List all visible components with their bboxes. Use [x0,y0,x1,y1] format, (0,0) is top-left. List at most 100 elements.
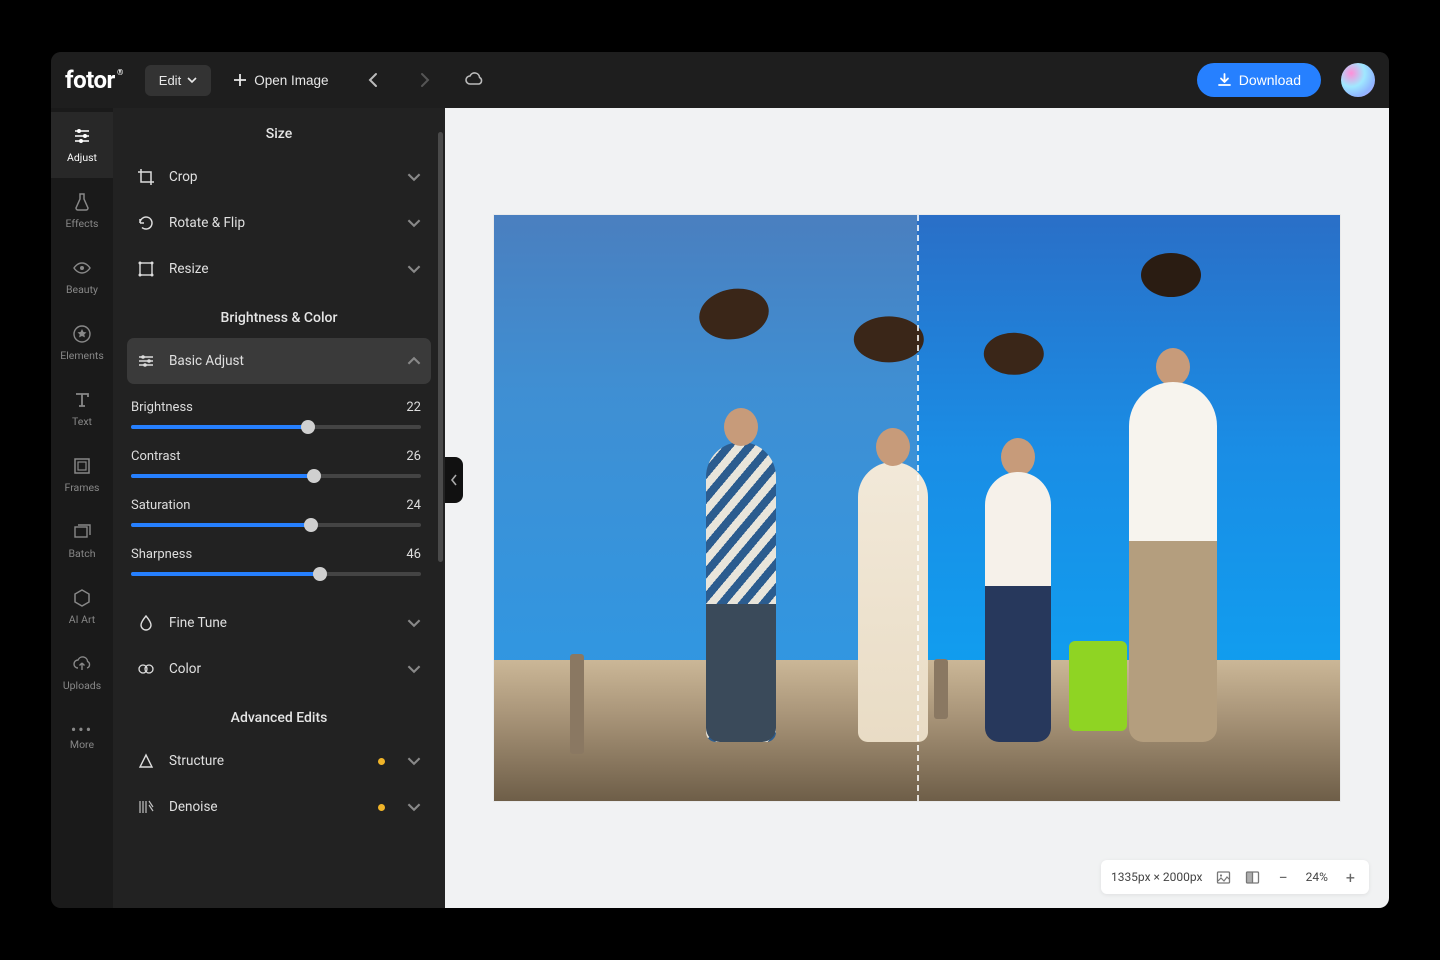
chevron-down-icon [407,170,421,184]
sidebar-item-beauty[interactable]: Beauty [51,244,113,310]
slider-value: 24 [406,498,421,513]
split-view-icon [1245,870,1260,885]
sliders-icon [137,352,155,370]
compare-toggle-button[interactable] [1245,870,1260,885]
canvas-area[interactable]: 1335px × 2000px − 24% + [445,108,1389,908]
slider-saturation: Saturation 24 [131,486,421,535]
download-button[interactable]: Download [1197,63,1321,97]
row-label: Fine Tune [169,615,393,631]
frame-icon [72,456,92,476]
text-icon [72,390,92,410]
tool-sidebar: Adjust Effects Beauty Elements Text Fram… [51,108,113,908]
slider-track-brightness[interactable] [131,425,421,429]
brand-logo: fotor® [65,66,115,94]
open-image-button[interactable]: Open Image [233,73,328,88]
basic-adjust-sliders: Brightness 22 Contrast 26 [127,384,431,590]
chevron-up-icon [407,354,421,368]
compare-divider[interactable] [917,215,919,801]
row-label: Basic Adjust [169,353,393,369]
edit-dropdown[interactable]: Edit [145,65,211,96]
arrow-left-icon [365,71,383,89]
sidebar-item-label: AI Art [69,613,95,626]
app-window: fotor® Edit Open Image Download [51,52,1389,908]
chevron-down-icon [407,216,421,230]
row-rotate-flip[interactable]: Rotate & Flip [127,200,431,246]
collapse-panel-button[interactable] [445,457,463,503]
download-icon [1217,73,1232,88]
row-basic-adjust[interactable]: Basic Adjust [127,338,431,384]
slider-track-sharpness[interactable] [131,572,421,576]
sidebar-item-ai-art[interactable]: AI Art [51,574,113,640]
slider-brightness: Brightness 22 [131,388,421,437]
chevron-down-icon [407,262,421,276]
sidebar-item-label: Elements [60,349,104,362]
sidebar-item-label: Frames [65,481,100,494]
slider-thumb[interactable] [301,420,315,434]
canvas-status-bar: 1335px × 2000px − 24% + [1101,860,1369,894]
premium-dot-icon [378,758,385,765]
sidebar-item-label: Adjust [67,151,97,164]
row-resize[interactable]: Resize [127,246,431,292]
row-label: Crop [169,169,393,185]
slider-sharpness: Sharpness 46 [131,535,421,584]
row-label: Denoise [169,799,364,815]
row-denoise[interactable]: Denoise [127,784,431,830]
row-label: Color [169,661,393,677]
sidebar-item-uploads[interactable]: Uploads [51,640,113,706]
palette-icon [137,660,155,678]
top-bar: fotor® Edit Open Image Download [51,52,1389,108]
zoom-level: 24% [1306,870,1328,884]
row-fine-tune[interactable]: Fine Tune [127,600,431,646]
chevron-down-icon [407,616,421,630]
download-label: Download [1239,72,1301,88]
chevron-down-icon [407,800,421,814]
resize-icon [137,260,155,278]
slider-value: 26 [406,449,421,464]
slider-value: 46 [406,547,421,562]
rotate-icon [137,214,155,232]
section-title-advanced: Advanced Edits [127,692,431,738]
crop-icon [137,168,155,186]
hexagon-icon [72,588,92,608]
open-image-label: Open Image [254,73,328,88]
sidebar-item-batch[interactable]: Batch [51,508,113,574]
sidebar-item-elements[interactable]: Elements [51,310,113,376]
sidebar-item-frames[interactable]: Frames [51,442,113,508]
slider-thumb[interactable] [307,469,321,483]
sidebar-item-more[interactable]: ••• More [51,706,113,772]
row-color[interactable]: Color [127,646,431,692]
sidebar-item-text[interactable]: Text [51,376,113,442]
image-dimensions: 1335px × 2000px [1111,870,1203,884]
redo-button[interactable] [406,62,442,98]
chevron-left-icon [450,474,458,486]
edited-image [494,215,1340,801]
sidebar-item-effects[interactable]: Effects [51,178,113,244]
sidebar-item-label: Batch [69,547,96,560]
chevron-down-icon [407,662,421,676]
slider-thumb[interactable] [304,518,318,532]
sliders-icon [72,126,92,146]
row-structure[interactable]: Structure [127,738,431,784]
fit-screen-button[interactable] [1216,870,1231,885]
chevron-down-icon [187,75,197,85]
arrow-right-icon [415,71,433,89]
grain-icon [137,798,155,816]
zoom-in-button[interactable]: + [1342,868,1359,887]
slider-contrast: Contrast 26 [131,437,421,486]
sidebar-item-adjust[interactable]: Adjust [51,112,113,178]
slider-thumb[interactable] [313,567,327,581]
options-panel: Size Crop Rotate & Flip Resize Brightn [113,108,445,908]
zoom-out-button[interactable]: − [1274,868,1291,887]
slider-track-saturation[interactable] [131,523,421,527]
slider-label: Sharpness [131,547,192,562]
panel-scrollbar[interactable] [438,132,443,562]
eye-icon [72,258,92,278]
chevron-down-icon [407,754,421,768]
undo-button[interactable] [356,62,392,98]
slider-label: Contrast [131,449,181,464]
row-crop[interactable]: Crop [127,154,431,200]
avatar[interactable] [1341,63,1375,97]
cloud-button[interactable] [456,62,492,98]
dots-icon: ••• [71,727,93,733]
slider-track-contrast[interactable] [131,474,421,478]
